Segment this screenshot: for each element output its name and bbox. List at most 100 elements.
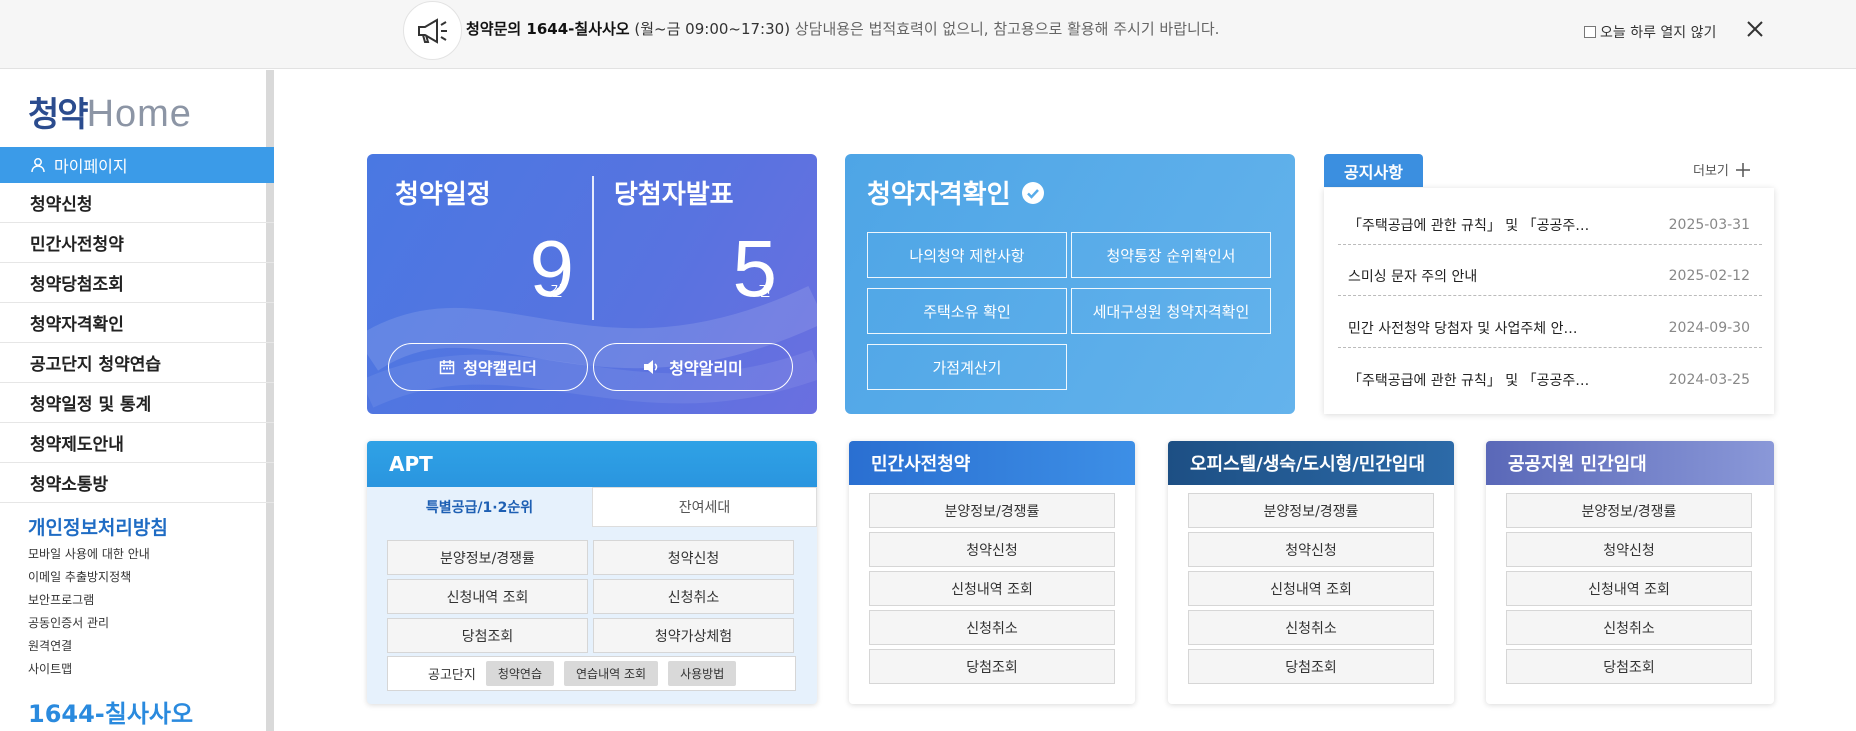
practice-row: 공고단지 청약연습 연습내역 조회 사용방법 [387, 656, 796, 691]
sidebar-item-label: 청약제도안내 [30, 435, 124, 455]
sublink[interactable]: 공동인증서 관리 [28, 612, 150, 635]
winner-title[interactable]: 당첨자발표 [614, 174, 734, 211]
sublink[interactable]: 사이트맵 [28, 658, 150, 681]
tab-remaining[interactable]: 잔여세대 [592, 487, 817, 527]
notice-date: 2025-03-31 [1668, 217, 1750, 233]
schedule-unit: 건 [550, 284, 563, 300]
panel-button[interactable]: 청약신청 [1506, 532, 1752, 567]
notice-date: 2024-09-30 [1668, 320, 1750, 336]
eligibility-title: 청약자격확인 [867, 174, 1045, 211]
calendar-label: 청약캘린더 [463, 359, 537, 378]
sidebar-item-label: 청약당첨조회 [30, 275, 124, 295]
sidebar-item[interactable]: 청약일정 및 통계 [0, 383, 274, 423]
sidebar-item[interactable]: 청약소통방 [0, 463, 274, 503]
dont-show-today[interactable]: 오늘 하루 열지 않기 [1584, 22, 1716, 42]
privacy-policy-link[interactable]: 개인정보처리방침 [28, 513, 168, 540]
panel-button[interactable]: 청약신청 [869, 532, 1115, 567]
calendar-icon [439, 360, 455, 375]
notice-rest: 상담내용은 법적효력이 없으니, 참고용으로 활용해 주시기 바랍니다. [794, 20, 1220, 38]
notice-date: 2025-02-12 [1668, 268, 1750, 284]
sublink[interactable]: 이메일 추출방지정책 [28, 566, 150, 589]
close-icon[interactable] [1742, 16, 1768, 42]
panel-button[interactable]: 신청취소 [1506, 610, 1752, 645]
panel-button[interactable]: 당첨조회 [1506, 649, 1752, 684]
elig-button[interactable]: 청약통장 순위확인서 [1071, 232, 1271, 278]
sidebar-item[interactable]: 청약당첨조회 [0, 263, 274, 303]
sidebar-item-label: 민간사전청약 [30, 235, 124, 255]
megaphone-icon [403, 1, 462, 60]
panel-button[interactable]: 신청내역 조회 [1188, 571, 1434, 606]
schedule-title[interactable]: 청약일정 [395, 174, 491, 211]
panel-button[interactable]: 신청취소 [869, 610, 1115, 645]
panel-title: 오피스텔/생숙/도시형/민간임대 [1168, 441, 1454, 485]
sidebar-nav: 청약신청 민간사전청약 청약당첨조회 청약자격확인 공고단지 청약연습 청약일정… [0, 183, 274, 503]
panel-button[interactable]: 분양정보/경쟁률 [869, 493, 1115, 528]
notice-row[interactable]: 스미싱 문자 주의 안내 2025-02-12 [1338, 257, 1762, 296]
panel-button[interactable]: 당첨조회 [869, 649, 1115, 684]
sidebar-item[interactable]: 민간사전청약 [0, 223, 274, 263]
apt-button[interactable]: 청약가상체험 [593, 618, 794, 653]
panel-button[interactable]: 신청내역 조회 [869, 571, 1115, 606]
elig-button[interactable]: 가점계산기 [867, 344, 1067, 390]
logo-kr: 청약 [28, 95, 89, 135]
logo-en: Home [86, 93, 192, 135]
apt-button[interactable]: 당첨조회 [387, 618, 588, 653]
schedule-count[interactable]: 9 [504, 229, 575, 309]
schedule-card: 청약일정 9 건 당첨자발표 5 건 청약캘린더 청약알리미 [367, 154, 817, 414]
sublink[interactable]: 원격연결 [28, 635, 150, 658]
notice-row[interactable]: 「주택공급에 관한 규칙」 및 「공공주… 2024-03-25 [1338, 360, 1762, 399]
user-icon [31, 158, 45, 173]
phone-number: 1644-칠사사오 [28, 700, 194, 728]
mypage-label: 마이페이지 [54, 157, 128, 176]
sidebar-item[interactable]: 청약제도안내 [0, 423, 274, 463]
notice-list: 「주택공급에 관한 규칙」 및 「공공주… 2025-03-31 스미싱 문자 주… [1324, 188, 1774, 414]
calendar-button[interactable]: 청약캘린더 [388, 343, 588, 391]
panel-button[interactable]: 당첨조회 [1188, 649, 1434, 684]
alarm-button[interactable]: 청약알리미 [593, 343, 793, 391]
sidebar-item-label: 공고단지 청약연습 [30, 355, 162, 375]
practice-chip[interactable]: 사용방법 [668, 661, 737, 686]
notice-row[interactable]: 「주택공급에 관한 규칙」 및 「공공주… 2025-03-31 [1338, 206, 1762, 245]
apt-button[interactable]: 신청내역 조회 [387, 579, 588, 614]
practice-chip[interactable]: 연습내역 조회 [564, 661, 659, 686]
more-label: 더보기 [1693, 164, 1729, 179]
panel-title: 민간사전청약 [849, 441, 1135, 485]
tab-special-supply[interactable]: 특별공급/1·2순위 [367, 487, 592, 527]
panel-button[interactable]: 분양정보/경쟁률 [1188, 493, 1434, 528]
panel-button[interactable]: 신청취소 [1188, 610, 1434, 645]
top-notice-bar: 청약문의 1644-칠사사오 (월~금 09:00~17:30) 상담내용은 법… [0, 0, 1856, 69]
panel-button[interactable]: 청약신청 [1188, 532, 1434, 567]
winner-unit: 건 [758, 284, 771, 300]
elig-button[interactable]: 주택소유 확인 [867, 288, 1067, 334]
elig-button[interactable]: 세대구성원 청약자격확인 [1071, 288, 1271, 334]
apt-button[interactable]: 청약신청 [593, 540, 794, 575]
mypage-button[interactable]: 마이페이지 [0, 147, 274, 183]
sublink[interactable]: 보안프로그램 [28, 589, 150, 612]
apt-button[interactable]: 신청취소 [593, 579, 794, 614]
officetel-panel: 오피스텔/생숙/도시형/민간임대 분양정보/경쟁률 청약신청 신청내역 조회 신… [1168, 441, 1454, 704]
notice-date: 2024-03-25 [1668, 371, 1750, 388]
sidebar-item[interactable]: 공고단지 청약연습 [0, 343, 274, 383]
sidebar-item-label: 청약신청 [30, 195, 93, 215]
panel-button[interactable]: 신청내역 조회 [1506, 571, 1752, 606]
practice-chip[interactable]: 청약연습 [485, 661, 555, 686]
apt-button[interactable]: 분양정보/경쟁률 [387, 540, 588, 575]
notice-tab[interactable]: 공지사항 [1324, 154, 1423, 187]
sidebar-item[interactable]: 청약신청 [0, 183, 274, 223]
notice-row[interactable]: 민간 사전청약 당첨자 및 사업주체 안… 2024-09-30 [1338, 309, 1762, 348]
sidebar-item-label: 청약자격확인 [30, 315, 124, 335]
more-link[interactable]: 더보기 [1693, 160, 1751, 179]
sublink[interactable]: 모바일 사용에 대한 안내 [28, 543, 150, 566]
notice-text: 청약문의 1644-칠사사오 (월~금 09:00~17:30) 상담내용은 법… [466, 18, 1219, 39]
elig-button[interactable]: 나의청약 제한사항 [867, 232, 1067, 278]
panel-button[interactable]: 분양정보/경쟁률 [1506, 493, 1752, 528]
alarm-label: 청약알리미 [669, 359, 743, 378]
dont-show-checkbox[interactable] [1584, 26, 1596, 38]
apt-title: APT [367, 441, 817, 487]
logo[interactable]: 청약 Home [28, 92, 192, 136]
check-circle-icon [1021, 181, 1044, 204]
panel-title: 공공지원 민간임대 [1486, 441, 1774, 485]
notice-bold: 청약문의 1644-칠사사오 [466, 20, 630, 38]
apt-panel: APT 특별공급/1·2순위 잔여세대 분양정보/경쟁률 청약신청 신청내역 조… [367, 441, 817, 704]
sidebar-item[interactable]: 청약자격확인 [0, 303, 274, 343]
